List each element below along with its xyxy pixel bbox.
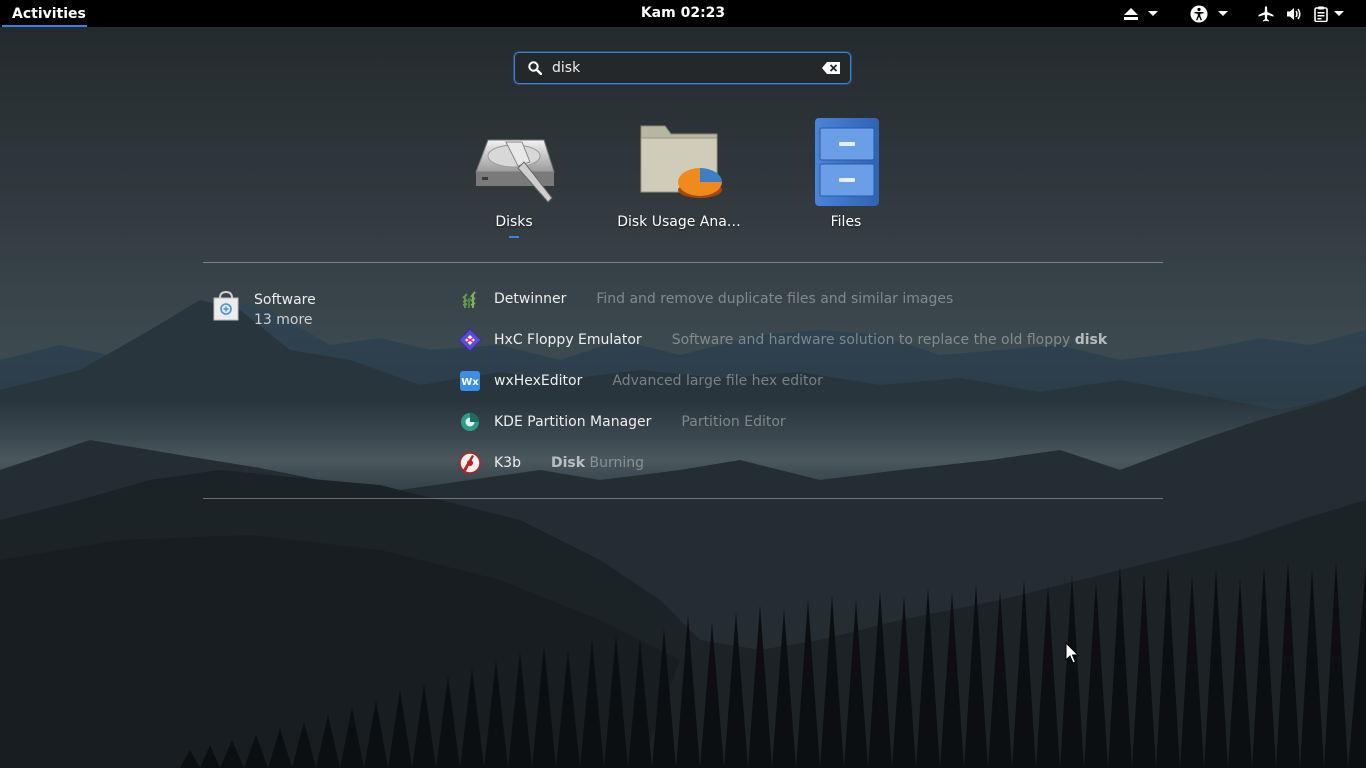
separator: [203, 498, 1163, 499]
search-input[interactable]: [552, 53, 822, 83]
airplane-mode-icon: [1258, 6, 1274, 21]
app-disk-usage-analyzer[interactable]: Disk Usage Ana…: [609, 112, 749, 230]
top-bar: Activities Kam 02:23: [0, 0, 1366, 27]
system-menu[interactable]: [1258, 0, 1344, 27]
clear-search-icon[interactable]: [822, 62, 840, 74]
result-wxhexeditor[interactable]: Wx wxHexEditor Advanced large file hex e…: [457, 366, 823, 396]
disks-icon: [475, 139, 555, 203]
accessibility-menu[interactable]: [1190, 0, 1228, 27]
result-name: wxHexEditor: [494, 373, 583, 389]
activities-label: Activities: [12, 5, 86, 22]
k3b-icon: [459, 452, 481, 474]
app-files[interactable]: Files: [776, 112, 916, 230]
app-disks[interactable]: Disks: [444, 112, 584, 238]
app-label: Files: [830, 214, 862, 230]
clock: Kam 02:23: [0, 0, 1366, 27]
detwinner-icon: [462, 291, 476, 308]
app-label: Disks: [495, 214, 533, 230]
separator: [203, 262, 1163, 263]
software-bag-icon: [213, 290, 239, 321]
result-description: Software and hardware solution to replac…: [671, 332, 1108, 348]
clock-label[interactable]: Kam 02:23: [641, 5, 725, 21]
eject-icon: [1124, 7, 1138, 20]
result-k3b[interactable]: K3b Disk Burning: [457, 448, 644, 478]
svg-text:Wx: Wx: [461, 377, 479, 388]
search-icon: [528, 61, 542, 75]
chevron-down-icon: [1148, 11, 1158, 16]
chevron-down-icon: [1218, 11, 1228, 16]
activities-button[interactable]: Activities: [0, 0, 87, 27]
disk-usage-analyzer-icon: [640, 125, 722, 198]
result-description: Partition Editor: [681, 414, 786, 430]
result-hxc-floppy-emulator[interactable]: HxC Floppy Emulator Software and hardwar…: [457, 325, 1107, 355]
running-indicator: [509, 236, 519, 238]
eject-menu[interactable]: [1124, 0, 1158, 27]
app-label: Disk Usage Ana…: [617, 214, 741, 230]
result-description: Disk Burning: [550, 455, 645, 471]
provider-more[interactable]: 13 more: [254, 310, 316, 330]
accessibility-icon: [1190, 5, 1208, 22]
result-name: K3b: [494, 455, 521, 471]
wxhexeditor-icon: Wx: [460, 371, 480, 391]
partition-manager-icon: [461, 413, 479, 431]
volume-icon: [1287, 7, 1301, 20]
mouse-pointer-icon: [1065, 642, 1080, 664]
result-detwinner[interactable]: Detwinner Find and remove duplicate file…: [457, 284, 953, 314]
search-entry[interactable]: [514, 52, 851, 84]
hxc-floppy-icon: [458, 328, 482, 352]
files-cabinet-icon: [815, 118, 879, 206]
clipboard-icon: [1314, 6, 1328, 22]
result-description: Advanced large file hex editor: [612, 373, 823, 389]
result-name: KDE Partition Manager: [494, 414, 652, 430]
software-provider[interactable]: Software 13 more: [212, 290, 316, 330]
result-name: HxC Floppy Emulator: [494, 332, 642, 348]
result-description: Find and remove duplicate files and simi…: [596, 291, 954, 307]
result-name: Detwinner: [494, 291, 567, 307]
chevron-down-icon: [1334, 11, 1344, 16]
provider-name: Software: [254, 292, 316, 308]
result-kde-partition-manager[interactable]: KDE Partition Manager Partition Editor: [457, 407, 786, 437]
